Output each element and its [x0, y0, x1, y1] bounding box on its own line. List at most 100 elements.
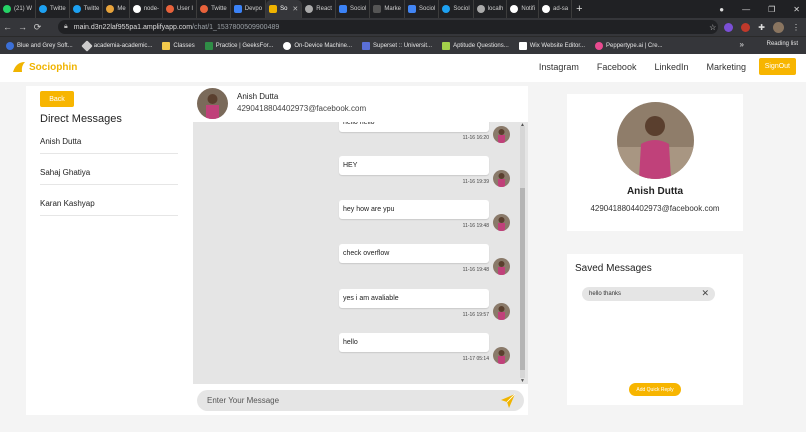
chat-contact-email: 4290418804402973@facebook.com	[237, 104, 367, 113]
chat-scrollbar[interactable]	[520, 126, 525, 378]
nav-facebook[interactable]: Facebook	[597, 62, 637, 72]
browser-tab[interactable]: Notifi	[507, 0, 540, 18]
browser-tab[interactable]: Twitte	[70, 0, 104, 18]
message-input[interactable]: Enter Your Message	[197, 390, 524, 411]
extension-icon[interactable]	[724, 22, 734, 32]
sociophin-logo[interactable]: Sociophin	[12, 61, 77, 73]
reading-list[interactable]: Reading list	[767, 41, 798, 47]
browser-tab[interactable]: Me	[103, 0, 130, 18]
record-icon[interactable]: ●	[719, 5, 724, 14]
fin-logo-icon	[13, 62, 25, 72]
send-icon[interactable]	[500, 393, 516, 409]
scroll-down-arrow-icon[interactable]: ▼	[520, 378, 525, 384]
browser-tab[interactable]: Marke	[370, 0, 405, 18]
bookmark-item[interactable]: Classes	[162, 41, 195, 50]
forward-arrow-icon[interactable]: →	[15, 22, 30, 32]
profile-email: 4290418804402973@facebook.com	[590, 204, 720, 213]
minimize-icon[interactable]: —	[742, 5, 750, 14]
chat-contact-name: Anish Dutta	[237, 92, 279, 101]
message-avatar	[493, 258, 510, 275]
contact-item[interactable]: Anish Dutta	[40, 130, 178, 154]
saved-message-chip[interactable]: hello thanks ✕	[582, 287, 715, 301]
bookmarks-overflow-icon[interactable]: »	[740, 40, 744, 49]
url-field[interactable]: 🔒︎ main.d3n22laf955pa1.amplifyapp.com/ch…	[58, 20, 718, 34]
bookmark-item[interactable]: Superset :: Universit...	[362, 41, 432, 50]
bookmark-item[interactable]: Aptitude Questions...	[442, 41, 509, 50]
contact-item[interactable]: Sahaj Ghatiya	[40, 161, 178, 185]
message-avatar	[493, 347, 510, 364]
bookmark-item[interactable]: Practice | GeeksFor...	[204, 41, 273, 50]
message-bubble: hello	[339, 333, 489, 352]
twitter-icon	[442, 5, 451, 13]
bookmark-favicon	[442, 41, 451, 50]
add-quick-reply-button[interactable]: Add Quick Reply	[629, 383, 681, 396]
browser-tab[interactable]: Sociol	[336, 0, 371, 18]
back-arrow-icon[interactable]: ←	[0, 22, 15, 32]
github-icon	[542, 5, 551, 13]
browser-tab[interactable]: node-	[130, 0, 164, 18]
nav-instagram[interactable]: Instagram	[539, 62, 579, 72]
bookmark-item[interactable]: On-Device Machine...	[283, 41, 352, 50]
close-tab-icon[interactable]: ✕	[292, 5, 298, 13]
sociophin-icon	[269, 5, 278, 13]
profile-card: Anish Dutta 4290418804402973@facebook.co…	[567, 94, 743, 231]
maximize-icon[interactable]: ❐	[768, 5, 775, 14]
main-nav: Instagram Facebook LinkedIn Marketing	[539, 62, 746, 72]
lock-icon: 🔒︎	[64, 23, 68, 30]
globe-icon	[476, 5, 485, 13]
bookmark-item[interactable]: academia-academic...	[81, 39, 152, 52]
browser-tab[interactable]: Sociol	[439, 0, 474, 18]
nav-linkedin[interactable]: LinkedIn	[654, 62, 688, 72]
twitter-icon	[72, 5, 81, 13]
message-bubble: check overflow	[339, 244, 489, 263]
globe-icon	[305, 5, 314, 13]
message-input-placeholder: Enter Your Message	[207, 396, 280, 405]
browser-tab[interactable]: (21) W	[0, 0, 36, 18]
new-tab-button[interactable]: +	[576, 3, 582, 15]
dm-title: Direct Messages	[40, 113, 122, 125]
back-button[interactable]: Back	[40, 91, 74, 107]
message-timestamp: 11-16 19:48	[462, 267, 489, 273]
github-icon	[132, 5, 141, 13]
bookmark-item[interactable]: Wix Website Editor...	[518, 41, 585, 50]
bookmark-favicon	[6, 41, 14, 50]
browser-tab[interactable]: ad-sa	[539, 0, 573, 18]
close-window-icon[interactable]: ✕	[793, 5, 800, 14]
message-bubble: HEY	[339, 156, 489, 175]
profile-avatar-icon[interactable]	[773, 21, 784, 33]
profile-icon	[166, 5, 175, 13]
logo-text: Sociophin	[29, 61, 78, 73]
bookmark-favicon	[162, 41, 171, 50]
nav-marketing[interactable]: Marketing	[706, 62, 746, 72]
browser-tab[interactable]: React	[302, 0, 336, 18]
bookmark-item[interactable]: Peppertype.ai | Cre...	[595, 41, 663, 50]
bookmark-star-icon[interactable]: ☆	[709, 23, 716, 32]
close-icon[interactable]: ✕	[701, 288, 709, 299]
message-timestamp: 11-17 05:14	[462, 356, 489, 362]
reload-icon[interactable]: ⟳	[30, 22, 45, 33]
browser-tab[interactable]: Twitte	[197, 0, 231, 18]
page-icon	[373, 5, 382, 13]
browser-tab[interactable]: User I	[163, 0, 198, 18]
bookmark-favicon	[518, 41, 527, 50]
d-icon	[233, 5, 242, 13]
saved-message-text: hello thanks	[589, 291, 622, 297]
message-avatar	[493, 303, 510, 320]
chat-messages-area[interactable]: hello hello 11-16 16:20 HEY 11-16 19:39 …	[193, 122, 528, 384]
contact-item[interactable]: Karan Kashyap	[40, 192, 178, 216]
browser-tab[interactable]: Devpo	[231, 0, 267, 18]
browser-tab-active[interactable]: So ✕	[266, 0, 303, 18]
saved-messages-title: Saved Messages	[575, 263, 652, 274]
window-controls: ● — ❐ ✕	[719, 0, 800, 18]
extension-icon[interactable]	[741, 22, 751, 32]
whatsapp-icon	[3, 5, 11, 13]
browser-tab[interactable]: Twitte	[36, 0, 70, 18]
scrollbar-thumb[interactable]	[520, 188, 525, 370]
browser-tab[interactable]: localh	[474, 0, 508, 18]
signout-button[interactable]: SignOut	[758, 58, 796, 75]
message-bubble: hey how are ypu	[339, 200, 489, 219]
browser-tab[interactable]: Sociol	[405, 0, 440, 18]
menu-dots-icon[interactable]: ⋮	[792, 23, 800, 32]
puzzle-icon[interactable]: ✚	[758, 23, 765, 32]
bookmark-item[interactable]: Blue and Grey Soft...	[6, 41, 73, 50]
